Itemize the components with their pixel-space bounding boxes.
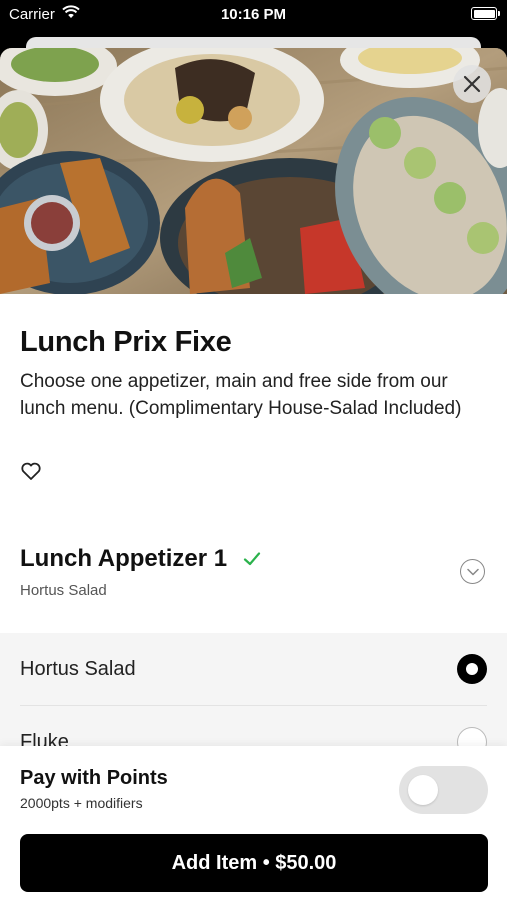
modifier-options-list: Hortus Salad Fluke xyxy=(0,633,507,763)
option-radio-selected[interactable] xyxy=(457,654,487,684)
heart-icon[interactable] xyxy=(20,460,42,482)
status-bar: Carrier 10:16 PM xyxy=(0,0,507,30)
checkmark-icon xyxy=(243,552,261,566)
chevron-down-icon xyxy=(466,568,479,575)
points-cost-label: 2000pts + modifiers xyxy=(20,795,143,811)
item-hero-image xyxy=(0,48,507,294)
item-detail-sheet: Lunch Prix Fixe Choose one appetizer, ma… xyxy=(0,48,507,900)
collapse-group-button[interactable] xyxy=(460,559,485,584)
pay-with-points-label: Pay with Points xyxy=(20,767,168,789)
checkout-panel: Pay with Points 2000pts + modifiers Add … xyxy=(0,746,507,900)
add-item-button[interactable]: Add Item • $50.00 xyxy=(20,834,488,892)
toggle-knob xyxy=(408,775,438,805)
battery-icon xyxy=(471,7,500,20)
item-title: Lunch Prix Fixe xyxy=(20,326,232,358)
close-icon xyxy=(463,75,481,93)
option-row[interactable]: Hortus Salad xyxy=(0,633,507,706)
modifier-group-title[interactable]: Lunch Appetizer 1 xyxy=(20,545,227,573)
pay-with-points-toggle[interactable] xyxy=(399,766,488,814)
clock: 10:16 PM xyxy=(220,6,287,23)
close-button[interactable] xyxy=(453,65,491,103)
add-item-label: Add Item • $50.00 xyxy=(171,851,337,874)
modifier-group-selection: Hortus Salad xyxy=(20,582,107,599)
option-label: Hortus Salad xyxy=(20,658,136,680)
item-description: Choose one appetizer, main and free side… xyxy=(20,371,462,419)
